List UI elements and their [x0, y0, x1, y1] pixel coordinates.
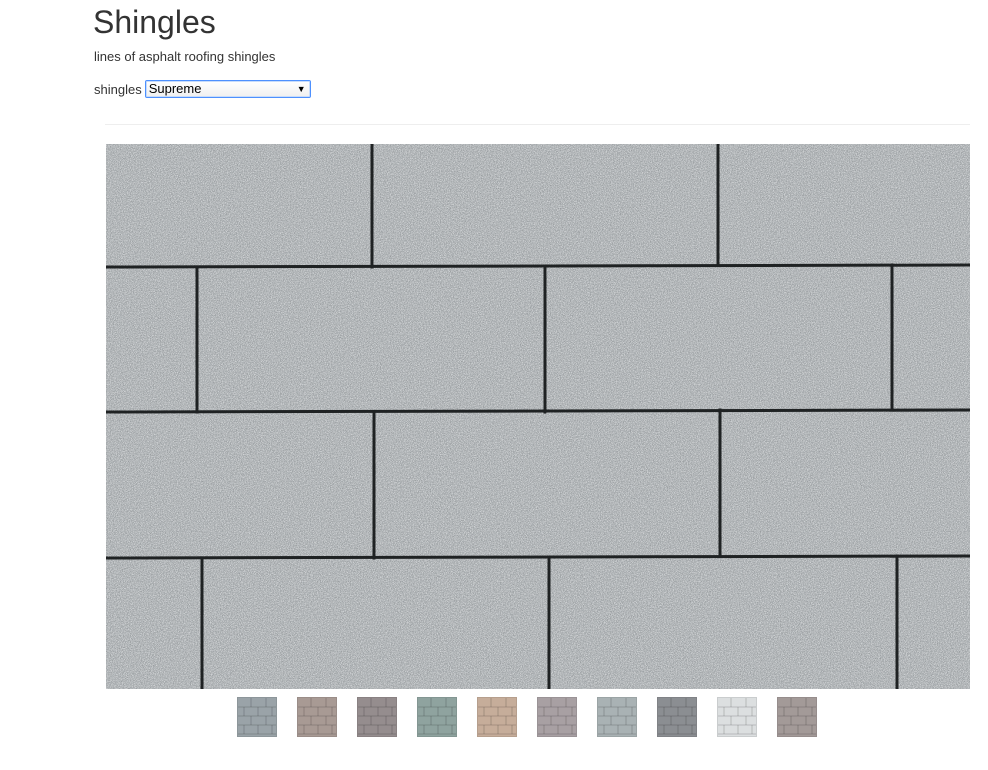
shingle-thumbnail[interactable] — [657, 697, 697, 737]
shingle-swatch-icon — [358, 698, 396, 735]
shingle-thumbnail[interactable] — [477, 697, 517, 737]
shingle-thumbnail[interactable] — [237, 697, 277, 737]
shingle-thumbnail[interactable] — [597, 697, 637, 737]
page: Shingles lines of asphalt roofing shingl… — [0, 0, 988, 770]
shingle-thumbnail[interactable] — [417, 697, 457, 737]
shingles-selector-row: shingles Supreme ▼ — [94, 80, 311, 98]
shingle-thumbnail[interactable] — [357, 697, 397, 737]
shingle-swatch-icon — [538, 698, 576, 735]
shingles-select-value: Supreme — [148, 81, 202, 96]
shingle-thumbnail[interactable] — [777, 697, 817, 737]
page-subtitle: lines of asphalt roofing shingles — [94, 49, 276, 64]
shingle-thumbnail[interactable] — [717, 697, 757, 737]
shingle-swatch-icon — [778, 698, 816, 735]
shingle-swatch-icon — [418, 698, 456, 735]
shingle-swatch-icon — [598, 698, 636, 735]
shingle-thumbnail[interactable] — [297, 697, 337, 737]
shingle-preview-image — [106, 144, 970, 689]
shingle-swatch-icon — [238, 698, 276, 735]
shingle-swatch-icon — [478, 698, 516, 735]
shingles-select[interactable]: Supreme ▼ — [144, 80, 311, 98]
shingle-swatch-icon — [298, 698, 336, 735]
shingle-swatch-icon — [718, 698, 756, 735]
chevron-down-icon: ▼ — [296, 84, 306, 94]
page-title: Shingles — [93, 4, 216, 40]
shingle-thumbnail[interactable] — [537, 697, 577, 737]
thumbnail-strip — [237, 697, 817, 737]
divider — [105, 124, 970, 125]
shingles-select-label: shingles — [94, 81, 142, 97]
shingle-swatch-icon — [658, 698, 696, 735]
